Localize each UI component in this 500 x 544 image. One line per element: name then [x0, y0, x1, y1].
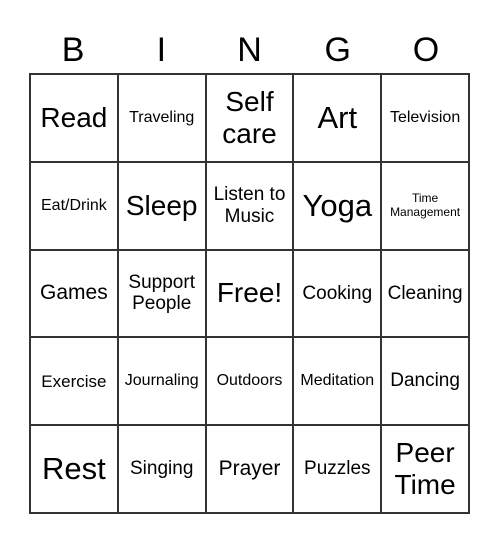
bingo-cell[interactable]: Art: [293, 74, 382, 162]
bingo-cell[interactable]: Time Management: [381, 161, 469, 250]
free-space-cell[interactable]: Free!: [205, 249, 294, 338]
bingo-cell[interactable]: Prayer: [205, 425, 294, 513]
bingo-cell[interactable]: Games: [30, 249, 118, 338]
bingo-cell[interactable]: Sleep: [117, 161, 206, 250]
bingo-cell[interactable]: Support People: [117, 249, 206, 338]
header-letter-o: O: [412, 31, 440, 69]
header-letter-b: B: [61, 31, 85, 69]
bingo-cell[interactable]: Puzzles: [293, 425, 382, 513]
bingo-cell[interactable]: Traveling: [117, 74, 206, 162]
bingo-cell[interactable]: Listen to Music: [205, 161, 294, 250]
bingo-cell[interactable]: Journaling: [117, 337, 206, 426]
header-letter-i: I: [156, 31, 167, 69]
bingo-cell[interactable]: Self care: [205, 74, 294, 162]
header-letter-n: N: [237, 31, 262, 69]
bingo-cell[interactable]: Cooking: [293, 249, 382, 338]
bingo-cell[interactable]: Read: [30, 74, 118, 162]
bingo-cell[interactable]: Meditation: [293, 337, 382, 426]
bingo-header: B I N G O: [29, 30, 470, 70]
bingo-cell[interactable]: Outdoors: [205, 337, 294, 426]
bingo-cell[interactable]: Eat/Drink: [30, 161, 118, 250]
bingo-cell[interactable]: Peer Time: [381, 425, 469, 513]
header-letter-g: G: [324, 31, 351, 69]
bingo-cell[interactable]: Singing: [117, 425, 206, 513]
bingo-cell[interactable]: Television: [381, 74, 469, 162]
bingo-cell[interactable]: Rest: [30, 425, 118, 513]
bingo-cell[interactable]: Dancing: [381, 337, 469, 426]
bingo-card-grid: Read Traveling Self care Art Television Eat/D…: [29, 73, 470, 514]
bingo-cell[interactable]: Cleaning: [381, 249, 469, 338]
bingo-cell[interactable]: Yoga: [293, 161, 382, 250]
bingo-cell[interactable]: Exercise: [30, 337, 118, 426]
